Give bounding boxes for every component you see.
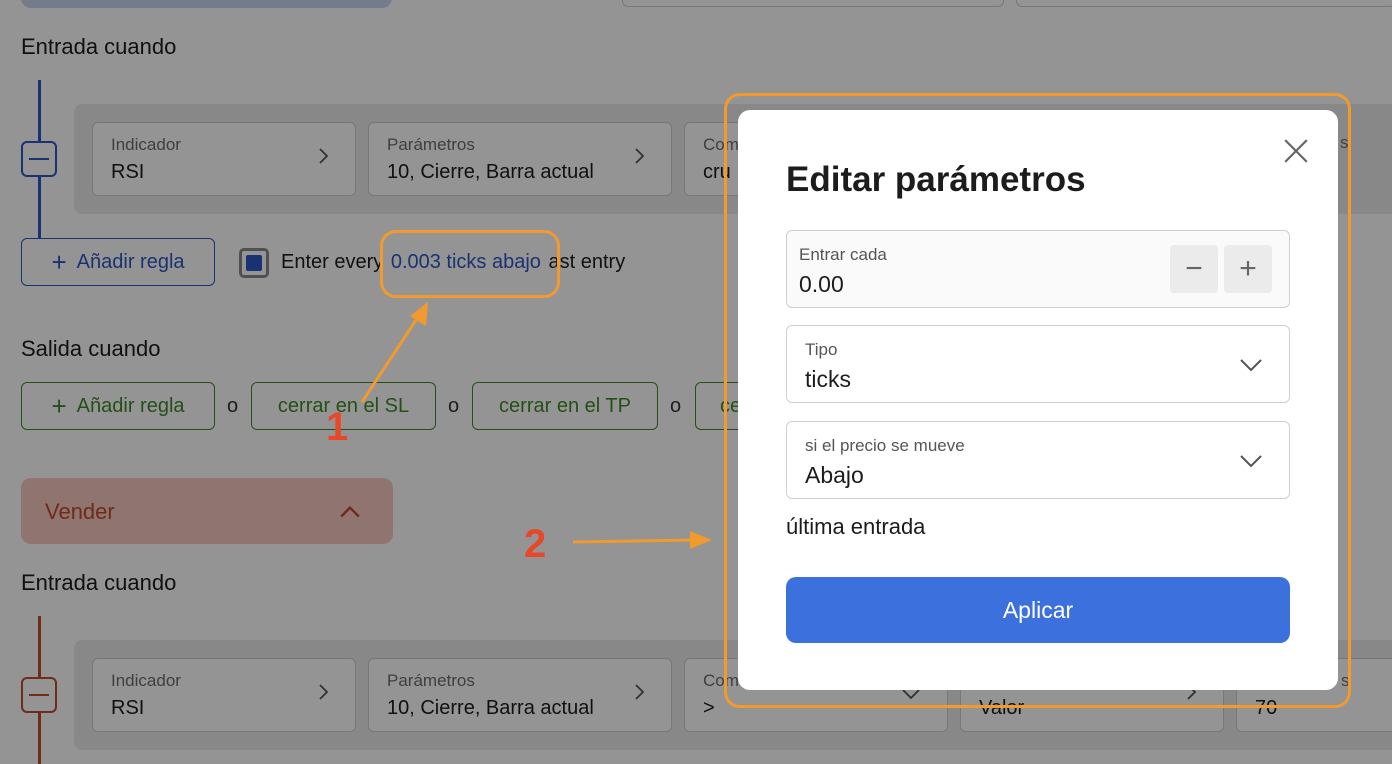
type-value: ticks [805, 366, 851, 392]
chevron-down-icon [1240, 455, 1262, 468]
annotation-marker-1: 1 [326, 405, 349, 449]
chevron-down-icon [1240, 359, 1262, 372]
increment-button[interactable]: + [1224, 245, 1272, 293]
enter-every-input[interactable]: 0.00 [799, 271, 844, 298]
direction-value: Abajo [805, 462, 864, 488]
modal-title: Editar parámetros [786, 160, 1086, 199]
type-select[interactable]: Tipo ticks [786, 325, 1290, 403]
annotation-marker-2: 2 [524, 522, 547, 566]
apply-button[interactable]: Aplicar [786, 577, 1290, 643]
close-icon[interactable] [1283, 138, 1309, 164]
edit-params-modal: Editar parámetros Entrar cada 0.00 − + T… [738, 110, 1338, 690]
enter-every-field[interactable]: Entrar cada 0.00 − + [786, 230, 1290, 308]
decrement-button[interactable]: − [1170, 245, 1218, 293]
field-label: si el precio se mueve [805, 436, 965, 455]
field-label: Entrar cada [799, 245, 887, 264]
last-entry-text: última entrada [786, 514, 926, 539]
direction-select[interactable]: si el precio se mueve Abajo [786, 421, 1290, 499]
field-label: Tipo [805, 340, 838, 359]
